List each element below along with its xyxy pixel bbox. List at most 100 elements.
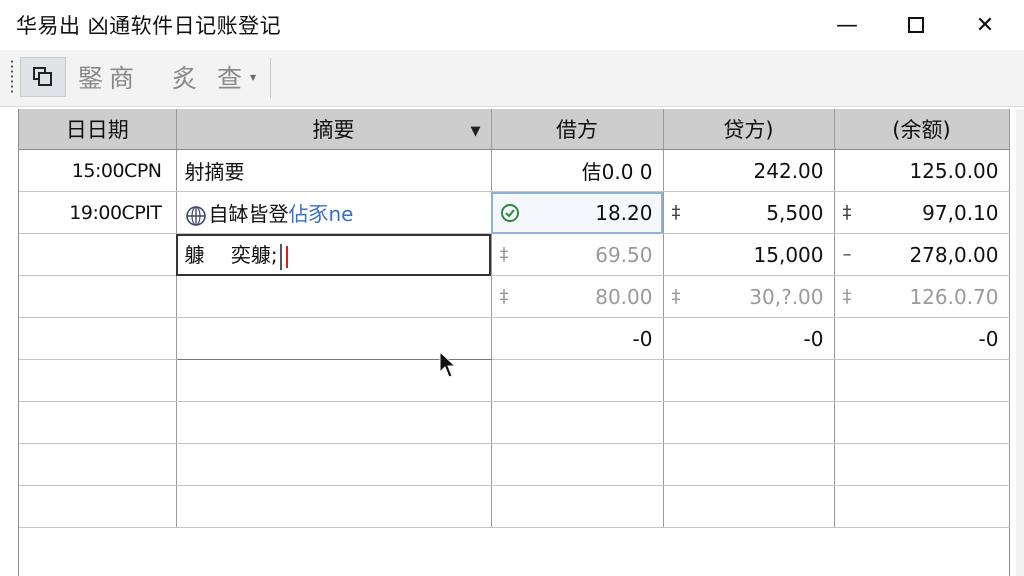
table-row: ‡ 80.00 ‡ 30,?.00 ‡ 126.0.70	[19, 275, 1010, 318]
empty-row	[19, 443, 1010, 486]
toolbar-button-2[interactable]: 炙 查 ▾	[172, 60, 256, 94]
empty-cell[interactable]	[19, 359, 177, 402]
mouse-pointer-icon	[439, 350, 457, 378]
toolbar-grip[interactable]	[10, 59, 14, 95]
maximize-icon	[908, 17, 924, 33]
empty-cell[interactable]	[663, 485, 835, 528]
debit-value: 18.20	[595, 200, 653, 225]
empty-cell[interactable]	[491, 443, 664, 486]
cell-summary[interactable]: 射摘要	[176, 149, 492, 192]
header-row: 日日期 摘要 ▼ 借方 贷方) (余额)	[19, 109, 1010, 150]
cell-debit[interactable]: 佶0.0 0	[491, 149, 664, 192]
column-header-summary-label: 摘要	[312, 118, 355, 142]
toolbar: 鋻商 炙 查 ▾	[0, 50, 1024, 107]
cell-debit-selected[interactable]: 18.20	[491, 191, 664, 234]
empty-cell[interactable]	[834, 359, 1010, 402]
column-header-summary[interactable]: 摘要 ▼	[176, 109, 492, 150]
cell-date[interactable]: 19:00CPIT	[19, 191, 177, 234]
window-edge	[1016, 109, 1024, 576]
summary-link[interactable]: 佔豕ne	[289, 202, 354, 226]
close-button[interactable]: ✕	[953, 0, 1017, 50]
cell-date[interactable]	[19, 275, 177, 318]
journal-grid: 日日期 摘要 ▼ 借方 贷方) (余额) 15:00CPN 射摘要 佶0.0 0…	[18, 109, 1010, 576]
cell-summary-editing[interactable]: 躿 奕躿;	[176, 233, 492, 276]
cell-balance[interactable]: ‡ 97,0.10	[834, 191, 1010, 234]
column-header-balance[interactable]: (余额)	[834, 109, 1010, 150]
toolbar-button-2-label: 炙 查	[172, 64, 248, 93]
adjust-marker-icon: ‡	[499, 244, 509, 265]
cell-balance[interactable]: 125.0.00	[834, 149, 1010, 192]
empty-cell[interactable]	[176, 401, 492, 444]
toolbar-separator	[270, 58, 271, 98]
adjust-marker-icon: ‡	[499, 286, 509, 307]
empty-row	[19, 485, 1010, 528]
column-header-date[interactable]: 日日期	[19, 109, 177, 150]
column-header-debit[interactable]: 借方	[491, 109, 664, 150]
credit-value: 5,500	[766, 200, 824, 225]
balance-value: 97,0.10	[922, 200, 999, 225]
cell-balance[interactable]: ‡ 126.0.70	[834, 275, 1010, 318]
adjust-marker-icon: ‡	[671, 202, 681, 223]
text-caret	[285, 245, 288, 268]
cell-credit[interactable]: ‡ 5,500	[663, 191, 835, 234]
window-title: 华易出 凶通软件日记账登记	[16, 14, 282, 38]
cell-balance[interactable]: – 278,0.00	[834, 233, 1010, 276]
maximize-button[interactable]	[884, 0, 948, 50]
empty-cell[interactable]	[176, 443, 492, 486]
empty-cell[interactable]	[176, 485, 492, 528]
empty-cell[interactable]	[491, 401, 664, 444]
column-header-credit[interactable]: 贷方)	[663, 109, 835, 150]
empty-cell[interactable]	[663, 401, 835, 444]
cell-balance[interactable]: -0	[834, 317, 1010, 360]
cell-credit[interactable]: ‡ 30,?.00	[663, 275, 835, 318]
toolbar-button-1[interactable]: 鋻商	[78, 60, 140, 94]
empty-cell[interactable]	[491, 359, 664, 402]
journal-table: 日日期 摘要 ▼ 借方 贷方) (余额) 15:00CPN 射摘要 佶0.0 0…	[19, 109, 1010, 528]
column-splitter	[279, 243, 282, 270]
empty-row	[19, 359, 1010, 402]
cell-date[interactable]	[19, 317, 177, 360]
cell-summary[interactable]	[176, 275, 492, 318]
credit-value: 30,?.00	[749, 284, 824, 309]
title-bar: 华易出 凶通软件日记账登记 — ✕	[0, 0, 1024, 51]
empty-cell[interactable]	[834, 485, 1010, 528]
globe-icon	[185, 205, 206, 226]
table-row: -0 -0 -0	[19, 317, 1010, 360]
empty-cell[interactable]	[663, 443, 835, 486]
empty-cell[interactable]	[491, 485, 664, 528]
empty-cell[interactable]	[19, 401, 177, 444]
table-row: 15:00CPN 射摘要 佶0.0 0 242.00 125.0.00	[19, 149, 1010, 192]
chevron-down-icon[interactable]: ▾	[250, 70, 256, 84]
table-row: 躿 奕躿; ‡ 69.50 15,000 – 278,0.00	[19, 233, 1010, 276]
cell-debit[interactable]: ‡ 80.00	[491, 275, 664, 318]
minimize-button[interactable]: —	[815, 0, 879, 50]
cell-date[interactable]	[19, 233, 177, 276]
dash-marker-icon: –	[842, 244, 852, 265]
empty-cell[interactable]	[834, 401, 1010, 444]
copy-icon	[33, 67, 52, 86]
cell-debit[interactable]: -0	[491, 317, 664, 360]
copy-button[interactable]	[20, 57, 66, 97]
debit-value: 80.00	[595, 284, 653, 309]
adjust-marker-icon: ‡	[842, 286, 852, 307]
cell-credit[interactable]: 242.00	[663, 149, 835, 192]
empty-cell[interactable]	[19, 485, 177, 528]
empty-row	[19, 401, 1010, 444]
empty-cell[interactable]	[19, 443, 177, 486]
cell-credit[interactable]: -0	[663, 317, 835, 360]
table-row: 19:00CPIT 自缽皆登佔豕ne 18.20 ‡ 5,500 ‡ 97,0.…	[19, 191, 1010, 234]
debit-value: 69.50	[595, 242, 653, 267]
empty-cell[interactable]	[834, 443, 1010, 486]
cell-credit[interactable]: 15,000	[663, 233, 835, 276]
empty-cell[interactable]	[663, 359, 835, 402]
balance-value: 278,0.00	[909, 242, 999, 267]
summary-edit-text: 躿 奕躿;	[184, 243, 278, 268]
balance-value: 126.0.70	[909, 284, 999, 309]
cell-date[interactable]: 15:00CPN	[19, 149, 177, 192]
cell-summary[interactable]: 自缽皆登佔豕ne	[176, 191, 492, 234]
cell-debit[interactable]: ‡ 69.50	[491, 233, 664, 276]
check-circle-icon	[500, 204, 519, 222]
summary-text: 自缽皆登	[208, 202, 289, 226]
sort-desc-icon[interactable]: ▼	[471, 124, 481, 139]
adjust-marker-icon: ‡	[842, 202, 852, 223]
